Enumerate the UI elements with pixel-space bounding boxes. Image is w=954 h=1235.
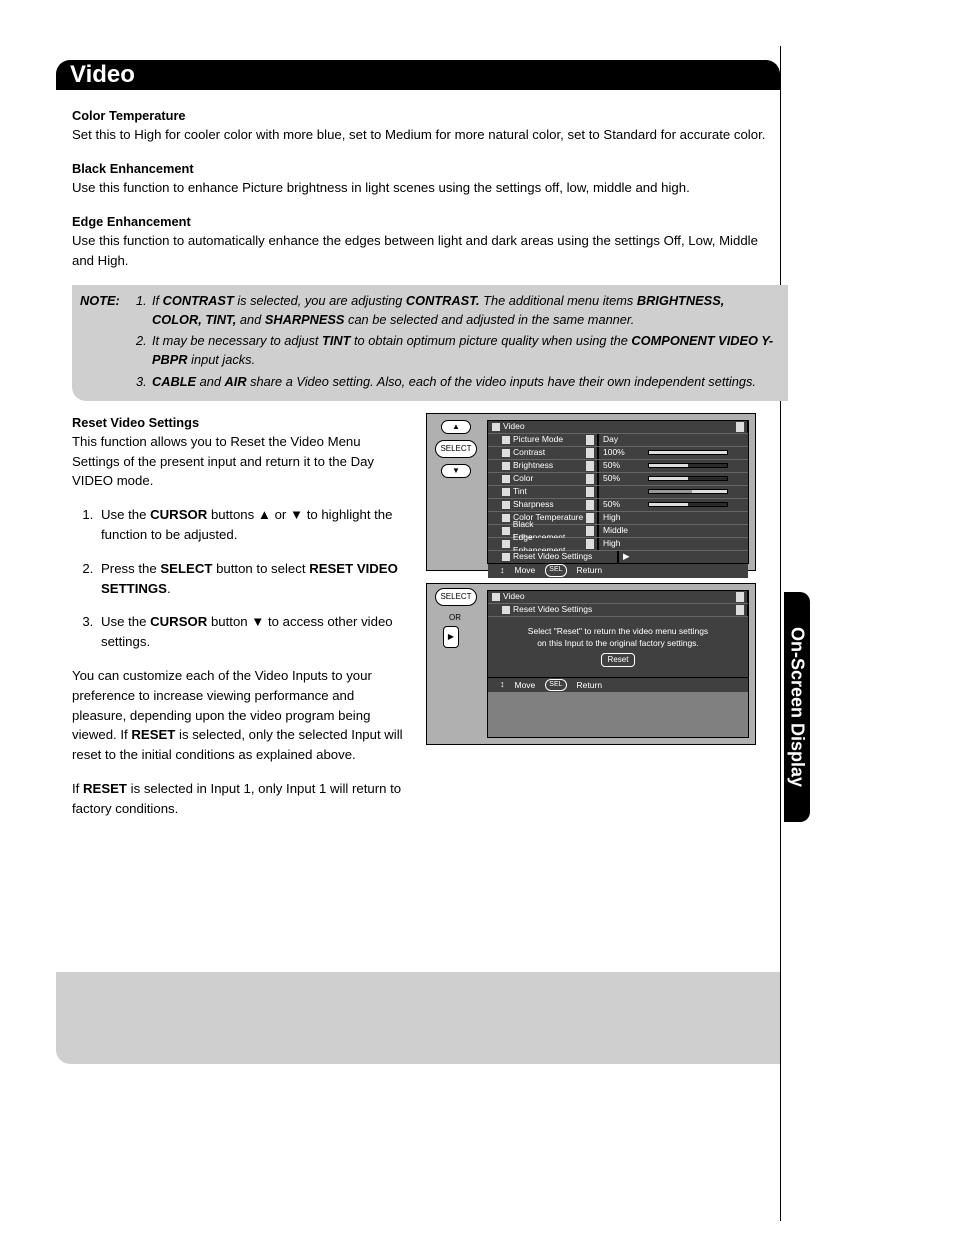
- reset-msg-1: Select "Reset" to return the video menu …: [496, 625, 740, 638]
- text: Use the: [101, 614, 150, 629]
- sel-badge: SEL: [545, 679, 566, 692]
- reset-button[interactable]: Reset: [601, 653, 636, 667]
- text: and: [236, 312, 264, 327]
- main-content: Color Temperature Set this to High for c…: [72, 106, 772, 819]
- osd-panel-video-menu: ▲ SELECT ▼ Video Picture ModeDayContrast…: [426, 413, 756, 571]
- osd-menu-row[interactable]: Contrast100%: [488, 447, 748, 460]
- section-title-black-enh: Black Enhancement: [72, 159, 772, 178]
- osd2-sub: Reset Video Settings: [513, 603, 592, 616]
- cursor-down-icon: ▼: [441, 464, 471, 478]
- move-arrows-icon: ↕: [500, 678, 505, 692]
- osd-menu-row[interactable]: Color50%: [488, 473, 748, 486]
- osd-footer: ↕ Move SEL Return: [488, 564, 748, 578]
- paragraph: You can customize each of the Video Inpu…: [72, 666, 408, 765]
- cursor-up-icon: ▲: [441, 420, 471, 434]
- text: to obtain optimum picture quality when u…: [350, 333, 631, 348]
- reset-msg-2: on this Input to the original factory se…: [496, 637, 740, 650]
- text: is selected, you are adjusting: [234, 293, 406, 308]
- text: button to select: [212, 561, 309, 576]
- osd-menu-row[interactable]: Picture ModeDay: [488, 434, 748, 447]
- section-title-edge-enh: Edge Enhancement: [72, 212, 772, 231]
- text: Return: [577, 564, 603, 577]
- section-body-black-enh: Use this function to enhance Picture bri…: [72, 178, 772, 198]
- osd-menu-row[interactable]: Brightness50%: [488, 460, 748, 473]
- osd2-title: Video: [503, 590, 525, 603]
- text: input jacks.: [188, 352, 256, 367]
- side-tab: On-Screen Display: [784, 592, 810, 822]
- note-box: NOTE: If CONTRAST is selected, you are a…: [72, 285, 788, 401]
- select-button-icon: SELECT: [435, 440, 477, 458]
- text: If: [152, 293, 163, 308]
- step-1: Use the CURSOR buttons ▲ or ▼ to highlig…: [97, 505, 408, 545]
- section-body-edge-enh: Use this function to automatically enhan…: [72, 231, 772, 271]
- page-title: Video: [56, 60, 780, 90]
- text: Move: [515, 679, 536, 692]
- text: Press the: [101, 561, 160, 576]
- text: Move: [515, 564, 536, 577]
- text: .: [167, 581, 171, 596]
- text: SHARPNESS: [265, 312, 345, 327]
- osd-menu-row[interactable]: Tint: [488, 486, 748, 499]
- cursor-right-icon: ▶: [443, 626, 459, 648]
- select-button-icon: SELECT: [435, 588, 477, 606]
- text: It may be necessary to adjust: [152, 333, 322, 348]
- text: CONTRAST: [163, 293, 234, 308]
- text: CURSOR: [150, 614, 207, 629]
- section-title-color-temp: Color Temperature: [72, 106, 772, 125]
- text: RESET: [131, 727, 175, 742]
- or-label: OR: [449, 612, 461, 624]
- text: can be selected and adjusted in the same…: [344, 312, 634, 327]
- section-title-reset: Reset Video Settings: [72, 413, 408, 432]
- text: If: [72, 781, 83, 796]
- text: CURSOR: [150, 507, 207, 522]
- text: SELECT: [160, 561, 212, 576]
- note-item-2: It may be necessary to adjust TINT to ob…: [136, 331, 774, 369]
- text: share a Video setting. Also, each of the…: [247, 374, 756, 389]
- text: Use the: [101, 507, 150, 522]
- section-body-reset: This function allows you to Reset the Vi…: [72, 432, 408, 491]
- note-item-1: NOTE: If CONTRAST is selected, you are a…: [136, 291, 774, 329]
- note-item-3: CABLE and AIR share a Video setting. Als…: [136, 372, 774, 391]
- text: TINT: [322, 333, 350, 348]
- text: CABLE: [152, 374, 196, 389]
- text: RESET: [83, 781, 127, 796]
- osd-panel-reset: SELECT OR ▶ Video Reset Video Settings S…: [426, 583, 756, 745]
- step-3: Use the CURSOR button ▼ to access other …: [97, 612, 408, 652]
- footer-bar: [56, 972, 780, 1064]
- move-arrows-icon: ↕: [500, 564, 505, 578]
- step-2: Press the SELECT button to select RESET …: [97, 559, 408, 599]
- paragraph: If RESET is selected in Input 1, only In…: [72, 779, 408, 819]
- note-label: NOTE:: [80, 291, 120, 310]
- osd-menu-row[interactable]: Reset Video Settings▶: [488, 551, 748, 564]
- sel-badge: SEL: [545, 564, 566, 577]
- text: The additional menu items: [480, 293, 637, 308]
- section-body-color-temp: Set this to High for cooler color with m…: [72, 125, 772, 145]
- text: CONTRAST.: [406, 293, 480, 308]
- text: and: [196, 374, 224, 389]
- osd-menu-row[interactable]: Sharpness50%: [488, 499, 748, 512]
- text: AIR: [225, 374, 247, 389]
- osd-menu-row[interactable]: Edge EnhancementHigh: [488, 538, 748, 551]
- vertical-divider: [780, 46, 781, 1221]
- text: Return: [577, 679, 603, 692]
- osd-title: Video: [503, 420, 525, 433]
- osd2-footer: ↕ Move SEL Return: [488, 678, 748, 692]
